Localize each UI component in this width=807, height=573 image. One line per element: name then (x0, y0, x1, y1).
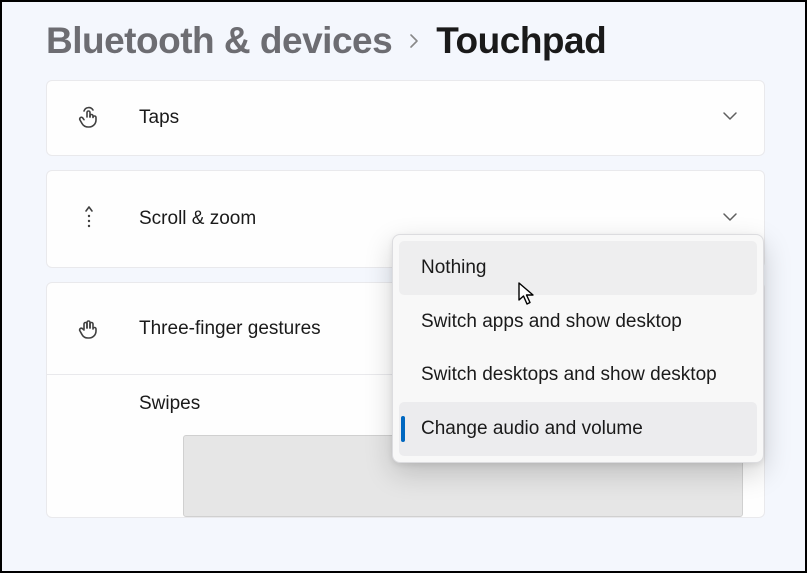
breadcrumb-current: Touchpad (436, 20, 606, 62)
swipes-label: Swipes (139, 393, 200, 415)
chevron-right-icon (406, 33, 422, 49)
panel-taps[interactable]: Taps (46, 80, 765, 156)
scroll-zoom-icon (71, 205, 107, 233)
chevron-down-icon (722, 209, 738, 230)
breadcrumb: Bluetooth & devices Touchpad (46, 20, 765, 62)
panel-title: Taps (139, 107, 722, 129)
dropdown-item-switch-desktops[interactable]: Switch desktops and show desktop (399, 348, 757, 402)
chevron-down-icon (722, 108, 738, 129)
dropdown-item-switch-apps[interactable]: Switch apps and show desktop (399, 295, 757, 349)
hand-icon (71, 317, 107, 341)
dropdown-item-change-audio[interactable]: Change audio and volume (399, 402, 757, 456)
swipes-dropdown[interactable]: Nothing Switch apps and show desktop Swi… (392, 234, 764, 463)
tap-icon (71, 106, 107, 130)
breadcrumb-parent[interactable]: Bluetooth & devices (46, 20, 392, 62)
panel-title: Scroll & zoom (139, 208, 722, 230)
dropdown-item-nothing[interactable]: Nothing (399, 241, 757, 295)
